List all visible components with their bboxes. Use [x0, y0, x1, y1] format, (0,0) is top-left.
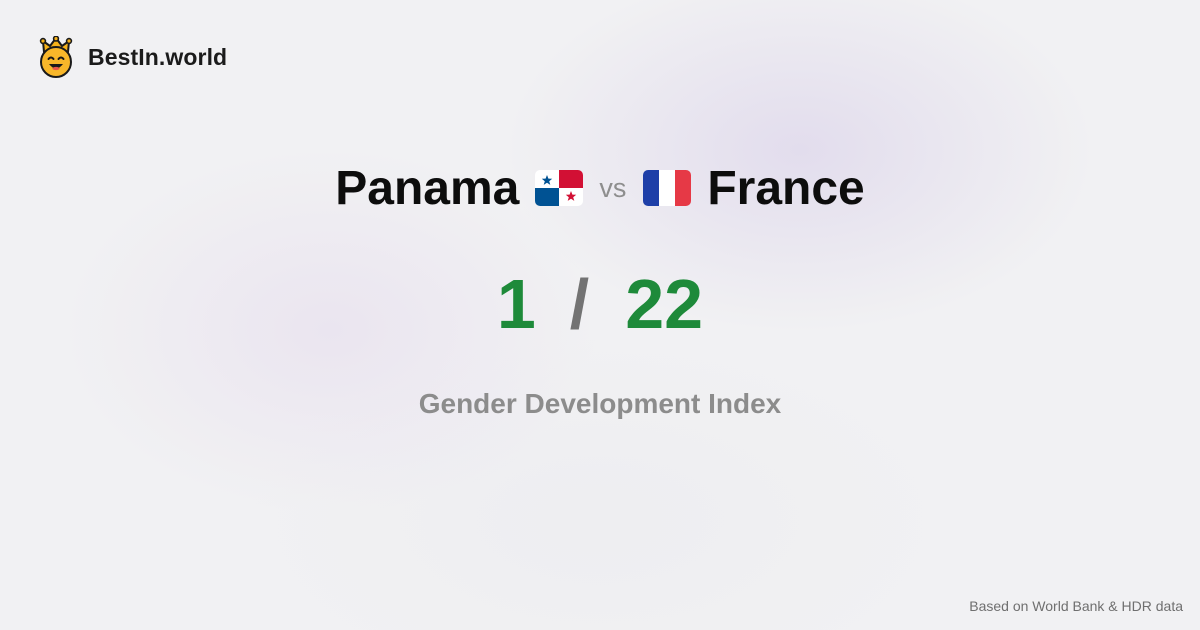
brand-name: BestIn.world — [88, 43, 228, 70]
brand[interactable]: BestIn.world — [38, 36, 227, 78]
vs-label: vs — [599, 172, 627, 203]
rank-comparison: 1 / 22 — [0, 264, 1200, 344]
crown-smiley-icon — [38, 36, 74, 78]
right-country-name[interactable]: France — [707, 161, 864, 216]
metric-label: Gender Development Index — [418, 388, 782, 419]
left-country-name[interactable]: Panama — [335, 161, 519, 216]
comparison-title: Panama vs France — [0, 158, 1200, 218]
panama-flag-icon — [535, 170, 584, 206]
data-source-note: Based on World Bank & HDR data — [969, 598, 1183, 614]
right-rank-value: 22 — [625, 265, 704, 343]
france-flag-icon — [643, 170, 692, 206]
rank-separator: / — [569, 265, 590, 343]
left-rank-value: 1 — [496, 265, 536, 343]
